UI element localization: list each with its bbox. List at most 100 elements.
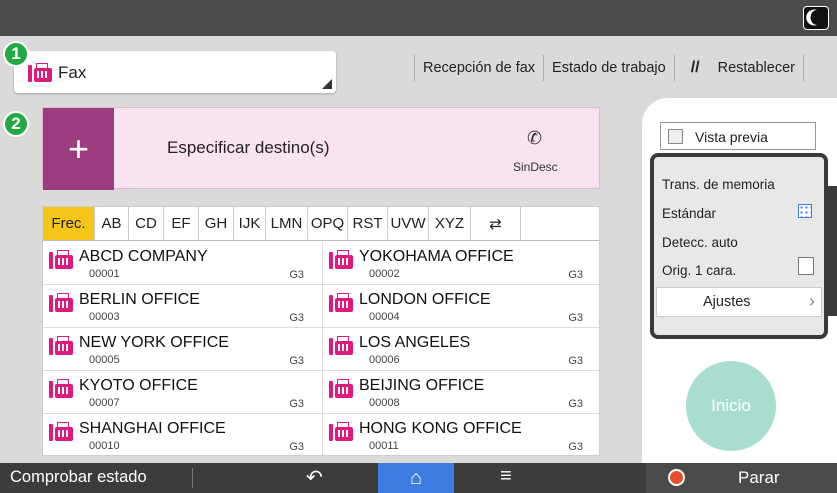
entry-name: YOKOHAMA OFFICE <box>359 248 514 265</box>
address-tabs: Frec. AB CD EF GH IJK LMN OPQ RST UVW XYZ ⇄ <box>43 207 599 241</box>
add-destination-icon[interactable]: + <box>43 108 114 190</box>
entry-number: 00004 <box>369 311 400 323</box>
checkbox-icon[interactable] <box>668 129 683 144</box>
step-badge-1: 1 <box>3 41 29 67</box>
destination-subtext: SinDesc <box>513 160 558 174</box>
stop-button[interactable]: Parar <box>646 463 837 493</box>
fax-icon <box>329 422 353 441</box>
entry-name: BERLIN OFFICE <box>79 291 200 308</box>
adjust-label: Ajustes <box>703 294 751 310</box>
tab-0[interactable]: Frec. <box>43 207 95 240</box>
entry-type: G3 <box>568 355 583 367</box>
fax-icon <box>329 336 353 355</box>
resolution: Estándar <box>662 206 717 221</box>
fax-icon <box>329 250 353 269</box>
step-badge-2: 2 <box>3 111 29 137</box>
tab-11[interactable]: ⇄ <box>471 207 521 240</box>
tab-6[interactable]: LMN <box>266 207 308 240</box>
entry-number: 00007 <box>89 397 120 409</box>
entry-type: G3 <box>568 398 583 410</box>
function-label: Fax <box>58 63 87 82</box>
entry-type: G3 <box>568 312 583 324</box>
fax-icon <box>28 63 52 82</box>
address-entry[interactable]: YOKOHAMA OFFICE 00002 G3 <box>322 242 599 285</box>
entry-name: HONG KONG OFFICE <box>359 420 522 437</box>
entry-name: BEIJING OFFICE <box>359 377 485 394</box>
resolution-icon <box>798 204 812 218</box>
transmission-mode: Trans. de memoria <box>662 177 775 192</box>
fax-icon <box>49 422 73 441</box>
dropdown-corner-icon <box>322 79 332 89</box>
entry-name: LOS ANGELES <box>359 334 471 351</box>
entry-number: 00001 <box>89 268 120 280</box>
tab-8[interactable]: RST <box>348 207 388 240</box>
specify-destination-button[interactable]: + Especificar destino(s) ✆ SinDesc <box>42 107 600 190</box>
home-icon[interactable]: ⌂ <box>378 463 454 493</box>
job-status-button[interactable]: Estado de trabajo <box>544 60 674 76</box>
adjust-settings-button[interactable]: Ajustes › <box>656 287 822 317</box>
entry-number: 00008 <box>369 397 400 409</box>
entry-type: G3 <box>289 269 304 281</box>
address-entry[interactable]: BERLIN OFFICE 00003 G3 <box>43 285 322 328</box>
tab-4[interactable]: GH <box>199 207 234 240</box>
top-nav: Recepción de fax Estado de trabajo // Re… <box>414 51 804 85</box>
settings-summary[interactable]: Trans. de memoria Estándar Detecc. auto … <box>650 153 828 339</box>
entry-number: 00006 <box>369 354 400 366</box>
fax-reception-button[interactable]: Recepción de fax <box>415 60 543 76</box>
entry-name: LONDON OFFICE <box>359 291 491 308</box>
address-book: Frec. AB CD EF GH IJK LMN OPQ RST UVW XYZ ⇄ ABCD CO… <box>42 206 600 456</box>
entry-type: G3 <box>289 398 304 410</box>
fax-icon <box>49 336 73 355</box>
address-entry[interactable]: ABCD COMPANY 00001 G3 <box>43 242 322 285</box>
destination-label: Especificar destino(s) <box>167 138 330 157</box>
address-entry[interactable]: NEW YORK OFFICE 00005 G3 <box>43 328 322 371</box>
address-entry[interactable]: LOS ANGELES 00006 G3 <box>322 328 599 371</box>
entry-number: 00011 <box>369 440 399 452</box>
fax-icon <box>49 293 73 312</box>
entry-name: NEW YORK OFFICE <box>79 334 229 351</box>
reset-label: Restablecer <box>717 60 795 76</box>
fax-icon <box>329 379 353 398</box>
menu-icon[interactable]: ≡ <box>500 465 512 488</box>
entry-number: 00010 <box>89 440 120 452</box>
tab-5[interactable]: IJK <box>234 207 266 240</box>
entry-type: G3 <box>289 312 304 324</box>
fax-icon <box>49 250 73 269</box>
address-entry[interactable]: KYOTO OFFICE 00007 G3 <box>43 371 322 414</box>
preview-checkbox[interactable]: Vista previa <box>660 122 816 150</box>
entry-number: 00005 <box>89 354 120 366</box>
entry-name: KYOTO OFFICE <box>79 377 198 394</box>
reset-button[interactable]: // Restablecer <box>675 59 803 77</box>
entry-number: 00003 <box>89 311 120 323</box>
start-button[interactable]: Inicio <box>686 361 776 451</box>
reset-icon: // <box>690 59 700 76</box>
entry-type: G3 <box>568 269 583 281</box>
tab-1[interactable]: AB <box>95 207 129 240</box>
check-status-button[interactable]: Comprobar estado <box>10 468 147 487</box>
function-select[interactable]: Fax <box>14 51 336 93</box>
entry-number: 00002 <box>369 268 400 280</box>
stop-label: Parar <box>738 468 780 487</box>
address-entry[interactable]: LONDON OFFICE 00004 G3 <box>322 285 599 328</box>
address-entry[interactable]: BEIJING OFFICE 00008 G3 <box>322 371 599 414</box>
entry-type: G3 <box>568 441 583 453</box>
tab-3[interactable]: EF <box>164 207 199 240</box>
address-entry[interactable]: SHANGHAI OFFICE 00010 G3 <box>43 414 322 455</box>
phone-icon: ✆ <box>527 128 543 148</box>
density: Detecc. auto <box>662 235 738 250</box>
fax-icon <box>49 379 73 398</box>
original-icon <box>798 257 814 275</box>
entry-type: G3 <box>289 355 304 367</box>
address-entry[interactable]: HONG KONG OFFICE 00011 G3 <box>322 414 599 455</box>
side-panel-tab[interactable] <box>828 186 837 316</box>
entry-name: ABCD COMPANY <box>79 248 208 265</box>
back-icon[interactable]: ↶ <box>306 465 323 490</box>
top-status-bar <box>0 0 837 36</box>
original-type: Orig. 1 cara. <box>662 263 737 278</box>
tab-2[interactable]: CD <box>129 207 164 240</box>
entry-type: G3 <box>289 441 304 453</box>
tab-9[interactable]: UVW <box>388 207 429 240</box>
tab-7[interactable]: OPQ <box>308 207 348 240</box>
moon-icon[interactable] <box>803 6 829 30</box>
tab-10[interactable]: XYZ <box>429 207 471 240</box>
